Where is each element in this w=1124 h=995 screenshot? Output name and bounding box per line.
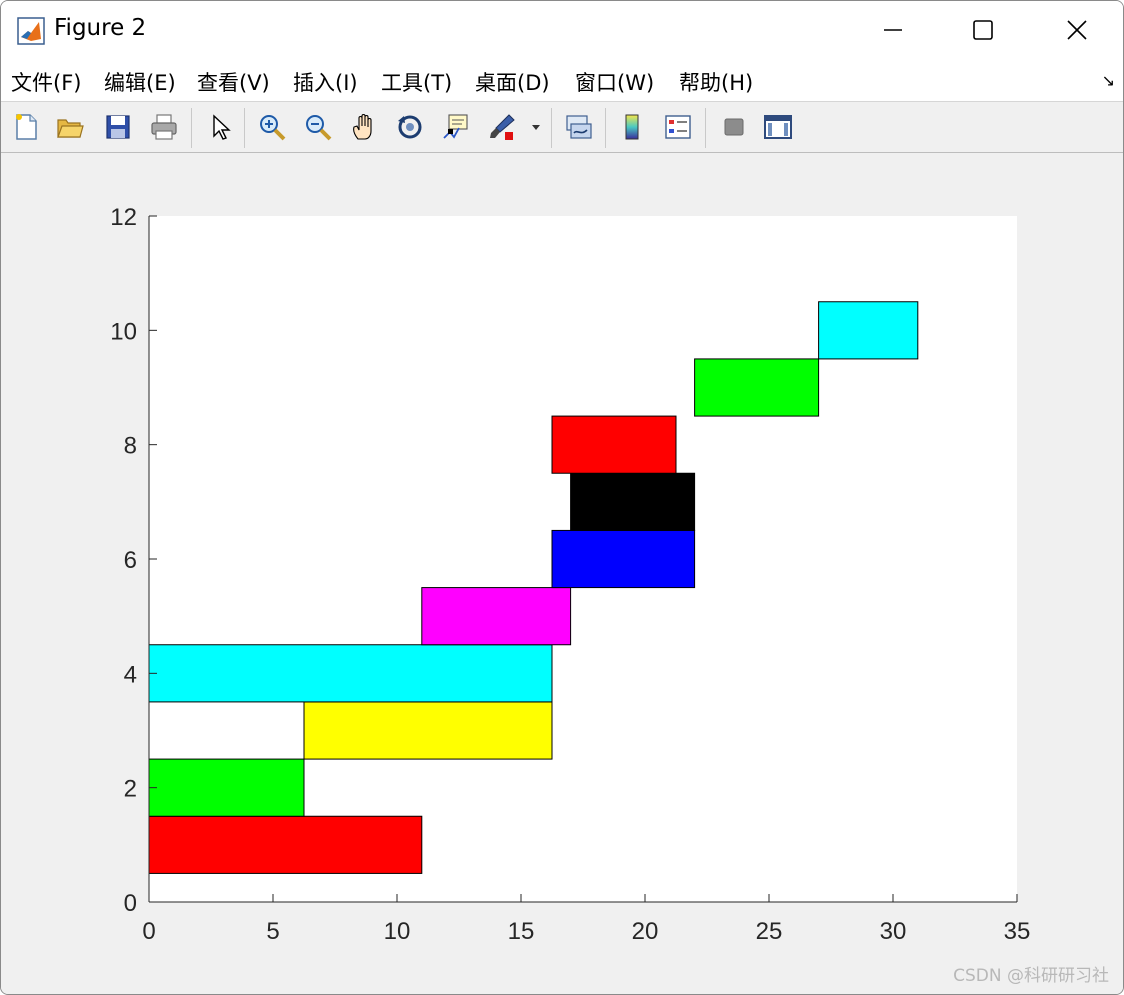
title-bar[interactable]: Figure 2: [1, 1, 1123, 59]
colorbar-button[interactable]: [615, 110, 649, 144]
gantt-bar-3: [303, 701, 553, 760]
pan-hand-icon: [353, 113, 372, 140]
gantt-bar-8: [551, 415, 677, 474]
y-tick-label: 2: [124, 776, 137, 803]
open-button[interactable]: [53, 110, 87, 144]
gantt-bar-4: [148, 644, 553, 703]
figure-canvas: 0 5 10 15 20 25 30 35 0 2 4 6 8 10 12 CSDN @科研研习社: [1, 153, 1123, 994]
minimize-button[interactable]: [847, 1, 939, 59]
y-tick-label: 6: [124, 547, 137, 574]
toolbar-separator: [191, 108, 192, 148]
maximize-button[interactable]: [937, 1, 1029, 59]
x-tick-label: 15: [508, 918, 535, 945]
dock-arrow-icon[interactable]: ↘: [1102, 71, 1115, 90]
menu-edit[interactable]: 编辑(E): [102, 65, 178, 99]
select-button[interactable]: [203, 110, 237, 144]
show-plot-tools-button[interactable]: [761, 110, 795, 144]
x-tick-label: 10: [384, 918, 411, 945]
data-cursor-button[interactable]: [439, 110, 473, 144]
rotate-button[interactable]: [393, 110, 427, 144]
zoom-out-button[interactable]: [301, 110, 335, 144]
menu-view[interactable]: 查看(V): [195, 65, 272, 99]
x-tick-label: 0: [142, 918, 155, 945]
toolbar-separator: [244, 108, 245, 148]
pointer-icon: [213, 114, 231, 140]
menu-insert[interactable]: 插入(I): [291, 65, 360, 99]
print-button[interactable]: [147, 110, 181, 144]
zoom-out-icon: [306, 115, 332, 141]
gantt-chart: 0 5 10 15 20 25 30 35 0 2 4 6 8 10 12: [110, 204, 1031, 945]
x-tick-label: 5: [266, 918, 279, 945]
x-tick-label: 35: [1004, 918, 1031, 945]
minimize-icon: [884, 29, 902, 31]
gantt-bar-2: [148, 758, 305, 817]
rotate-3d-icon: [398, 115, 422, 139]
gantt-bar-5: [421, 587, 572, 646]
toolbar-separator: [605, 108, 606, 148]
x-tick-label: 20: [632, 918, 659, 945]
close-button[interactable]: [1031, 1, 1123, 59]
y-tick-label: 10: [110, 318, 137, 345]
colorbar-icon: [625, 114, 639, 140]
gantt-bar-7: [570, 472, 696, 531]
open-folder-icon: [57, 119, 84, 138]
brush-dropdown-button[interactable]: [527, 110, 545, 144]
link-plot-button[interactable]: [561, 110, 595, 144]
window-title: Figure 2: [54, 15, 147, 41]
save-button[interactable]: [101, 110, 135, 144]
gantt-bar-10: [818, 301, 919, 360]
link-plot-icon: [566, 115, 592, 139]
brush-icon: [490, 114, 515, 140]
x-tick-label: 25: [756, 918, 783, 945]
gantt-bar-9: [694, 358, 820, 417]
y-tick-label: 4: [124, 661, 137, 688]
gantt-bar-1: [148, 815, 423, 874]
maximize-icon: [973, 20, 993, 40]
show-plot-tools-icon: [764, 115, 792, 139]
zoom-in-button[interactable]: [255, 110, 289, 144]
brush-button[interactable]: [485, 110, 519, 144]
menu-desktop[interactable]: 桌面(D): [473, 65, 552, 99]
toolbar: [1, 102, 1123, 153]
pan-button[interactable]: [347, 110, 381, 144]
menu-help[interactable]: 帮助(H): [677, 65, 755, 99]
figure-window: Figure 2 文件(F) 编辑(E) 查看(V) 插入(I) 工具(T) 桌…: [0, 0, 1124, 995]
menu-window[interactable]: 窗口(W): [573, 65, 656, 99]
y-tick-label: 0: [124, 890, 137, 917]
legend-icon: [665, 115, 691, 139]
menu-file[interactable]: 文件(F): [9, 65, 83, 99]
x-tick-label: 30: [880, 918, 907, 945]
new-file-button[interactable]: [9, 110, 43, 144]
chevron-down-icon: [532, 125, 540, 130]
menu-bar: 文件(F) 编辑(E) 查看(V) 插入(I) 工具(T) 桌面(D) 窗口(W…: [1, 59, 1123, 102]
y-tick-label: 12: [110, 204, 137, 231]
hide-plot-tools-button[interactable]: [717, 110, 751, 144]
watermark-text: CSDN @科研研习社: [953, 966, 1109, 986]
legend-button[interactable]: [661, 110, 695, 144]
gantt-bar-6: [551, 529, 696, 589]
zoom-in-icon: [260, 115, 286, 141]
data-cursor-icon: [443, 114, 468, 139]
toolbar-separator: [705, 108, 706, 148]
y-tick-label: 8: [124, 433, 137, 460]
print-icon: [151, 114, 177, 140]
hide-plot-tools-icon: [724, 118, 744, 136]
close-icon: [1067, 20, 1087, 40]
menu-tools[interactable]: 工具(T): [379, 65, 454, 99]
matlab-logo-icon: [17, 17, 45, 45]
new-file-icon: [16, 114, 37, 140]
save-icon: [106, 115, 130, 139]
toolbar-separator: [551, 108, 552, 148]
